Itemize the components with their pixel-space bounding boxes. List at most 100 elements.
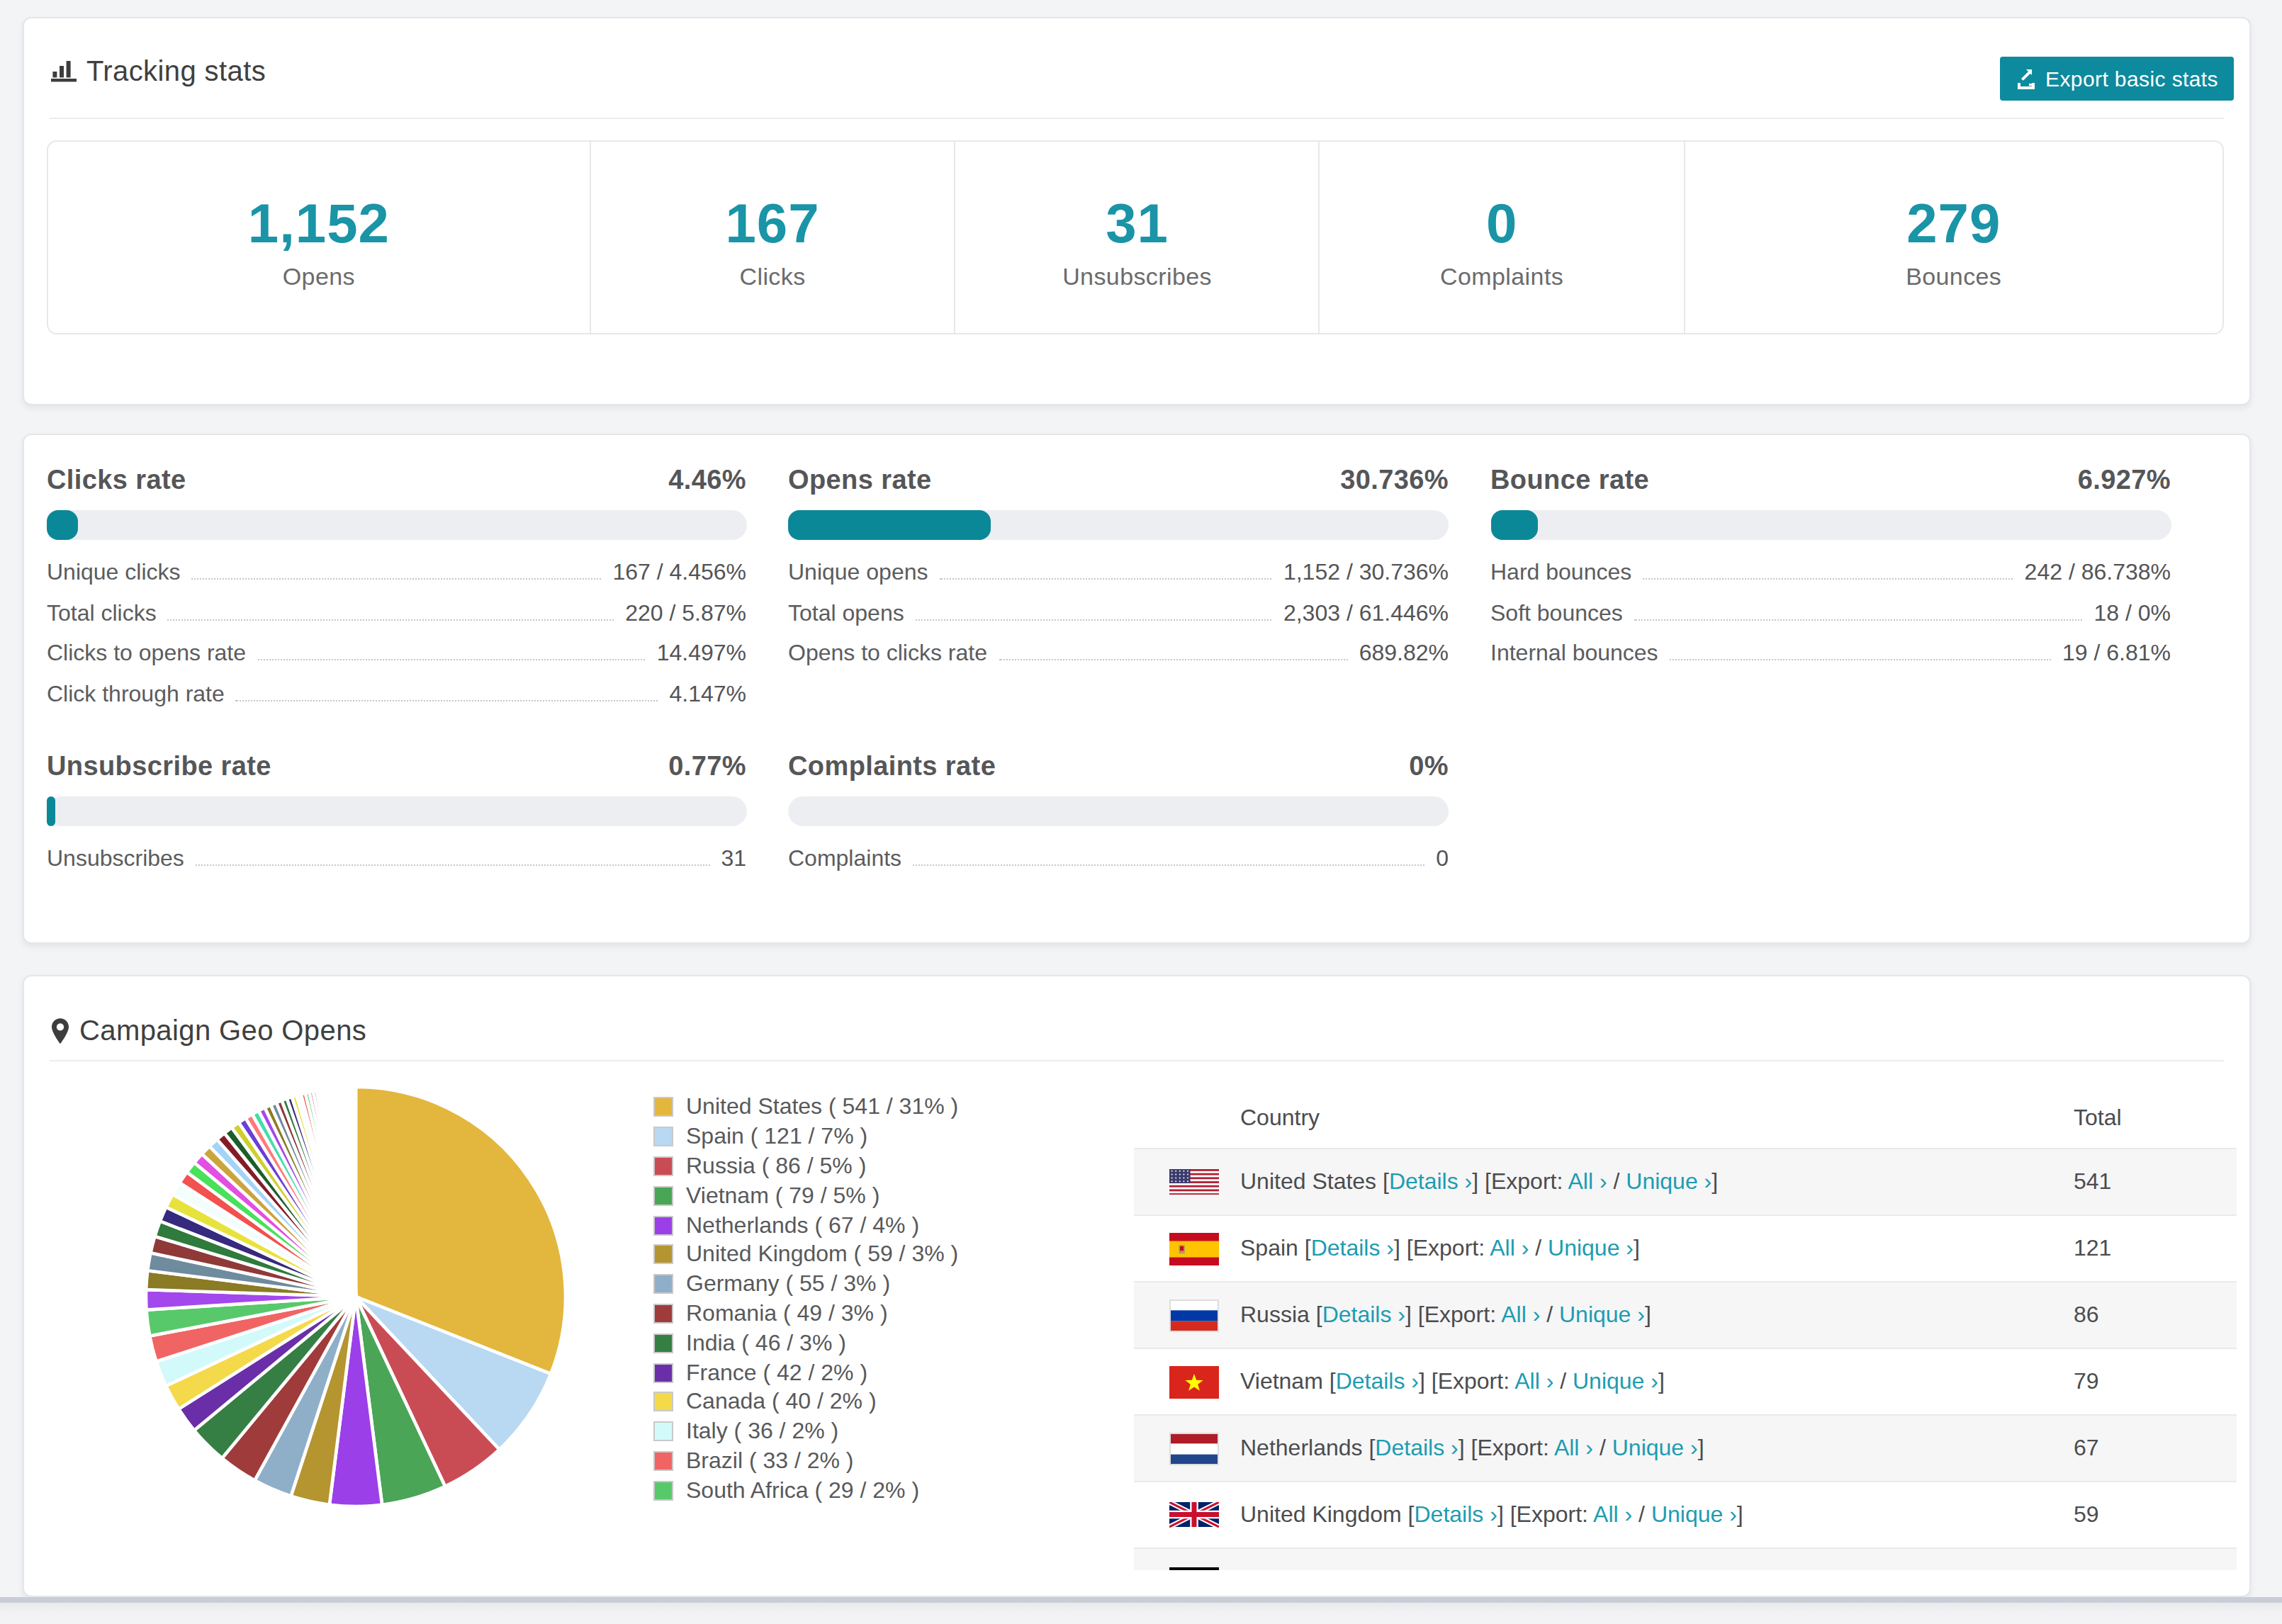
dotted-leader bbox=[1670, 659, 2051, 660]
table-row-es: Spain [Details ›] [Export: All › / Uniqu… bbox=[1134, 1214, 2237, 1281]
rate-title: Complaints rate bbox=[788, 752, 996, 781]
rate-row-label: Click through rate bbox=[47, 681, 225, 706]
bottom-background bbox=[0, 1602, 2282, 1624]
rate-section-head: Clicks rate4.46% bbox=[47, 466, 746, 495]
header-divider bbox=[50, 117, 2224, 118]
legend-swatch bbox=[653, 1245, 673, 1265]
us-flag-icon bbox=[1169, 1169, 1219, 1195]
country-cell: Vietnam [Details ›] [Export: All › / Uni… bbox=[1240, 1369, 1665, 1394]
country-cell: Netherlands [Details ›] [Export: All › /… bbox=[1240, 1436, 1704, 1461]
rate-title: Unsubscribe rate bbox=[47, 752, 271, 781]
rates-grid: Clicks rate4.46%Unique clicks167 / 4.456… bbox=[24, 435, 2249, 886]
legend-item: Spain ( 121 / 7% ) bbox=[653, 1122, 958, 1152]
rate-progress-fill bbox=[1490, 510, 1537, 540]
stat-cell-complaints: 0Complaints bbox=[1319, 141, 1684, 332]
tracking-stats-header: Tracking stats Export basic stats bbox=[24, 18, 2249, 117]
export-all-link[interactable]: All › bbox=[1490, 1236, 1529, 1260]
country-name: Russia bbox=[1240, 1302, 1316, 1326]
export-all-link[interactable]: All › bbox=[1525, 1569, 1564, 1570]
stat-label: Clicks bbox=[739, 264, 805, 292]
legend-item: Romania ( 49 / 3% ) bbox=[653, 1299, 958, 1329]
legend-label: Canada ( 40 / 2% ) bbox=[686, 1389, 877, 1415]
legend-label: Germany ( 55 / 3% ) bbox=[686, 1271, 890, 1297]
pie-slice[interactable] bbox=[354, 1087, 356, 1297]
table-row-gb: United Kingdom [Details ›] [Export: All … bbox=[1134, 1481, 2237, 1547]
table-row-de: Germany [Details ›] [Export: All › / Uni… bbox=[1134, 1547, 2237, 1570]
rate-row-label: Internal bounces bbox=[1490, 641, 1658, 666]
export-all-link[interactable]: All › bbox=[1514, 1369, 1553, 1393]
rate-value: 4.46% bbox=[668, 466, 746, 495]
rate-row-value: 242 / 86.738% bbox=[2025, 560, 2171, 585]
rate-progress-fill bbox=[788, 510, 991, 540]
details-link[interactable]: Details › bbox=[1346, 1569, 1429, 1570]
export-all-link[interactable]: All › bbox=[1501, 1302, 1540, 1326]
rate-row-label: Total clicks bbox=[47, 600, 157, 626]
rate-row-value: 167 / 4.456% bbox=[612, 560, 746, 585]
bar-chart-icon bbox=[50, 60, 78, 83]
rate-row-value: 31 bbox=[721, 846, 746, 872]
details-link[interactable]: Details › bbox=[1375, 1436, 1458, 1460]
export-unique-link[interactable]: Unique › bbox=[1548, 1236, 1634, 1260]
export-unique-link[interactable]: Unique › bbox=[1559, 1302, 1645, 1326]
dotted-leader bbox=[940, 578, 1272, 580]
geo-opens-pie-chart[interactable] bbox=[143, 1084, 568, 1509]
details-link[interactable]: Details › bbox=[1322, 1302, 1405, 1326]
legend-swatch bbox=[653, 1304, 673, 1324]
stat-label: Bounces bbox=[1906, 264, 2001, 292]
legend-label: India ( 46 / 3% ) bbox=[686, 1331, 846, 1356]
rate-row-label: Unsubscribes bbox=[47, 846, 184, 872]
legend-label: Romania ( 49 / 3% ) bbox=[686, 1301, 888, 1326]
bottom-scroll-edge bbox=[0, 1596, 2282, 1602]
legend-swatch bbox=[653, 1392, 673, 1412]
export-unique-link[interactable]: Unique › bbox=[1573, 1369, 1658, 1393]
country-total: 59 bbox=[2074, 1502, 2099, 1528]
export-all-link[interactable]: All › bbox=[1554, 1436, 1593, 1460]
details-link[interactable]: Details › bbox=[1389, 1169, 1472, 1193]
rate-row-value: 220 / 5.87% bbox=[625, 600, 746, 626]
details-link[interactable]: Details › bbox=[1311, 1236, 1394, 1260]
export-all-link[interactable]: All › bbox=[1568, 1169, 1607, 1193]
rate-row-label: Clicks to opens rate bbox=[47, 641, 246, 666]
rate-rows: Unique clicks167 / 4.456%Total clicks220… bbox=[47, 560, 746, 721]
dotted-leader bbox=[168, 619, 614, 620]
table-row-nl: Netherlands [Details ›] [Export: All › /… bbox=[1134, 1414, 2237, 1481]
rate-value: 0% bbox=[1409, 752, 1449, 781]
legend-item: Germany ( 55 / 3% ) bbox=[653, 1270, 958, 1299]
export-unique-link[interactable]: Unique › bbox=[1583, 1569, 1669, 1570]
export-unique-link[interactable]: Unique › bbox=[1651, 1502, 1737, 1526]
gb-flag-icon bbox=[1169, 1503, 1219, 1528]
stat-value: 0 bbox=[1486, 193, 1517, 255]
rate-section-head: Complaints rate 0% bbox=[788, 752, 1449, 781]
country-cell: United Kingdom [Details ›] [Export: All … bbox=[1240, 1502, 1743, 1528]
details-link[interactable]: Details › bbox=[1336, 1369, 1419, 1393]
rate-section-unsubscribe-rate: Unsubscribe rate 0.77% Unsubscribes 31 bbox=[47, 752, 746, 886]
export-unique-link[interactable]: Unique › bbox=[1626, 1169, 1712, 1193]
details-link[interactable]: Details › bbox=[1415, 1502, 1497, 1526]
export-unique-link[interactable]: Unique › bbox=[1612, 1436, 1698, 1460]
stat-label: Opens bbox=[283, 264, 355, 292]
legend-label: South Africa ( 29 / 2% ) bbox=[686, 1478, 919, 1504]
table-row-ru: Russia [Details ›] [Export: All › / Uniq… bbox=[1134, 1281, 2237, 1348]
rate-row: Total opens2,303 / 61.446% bbox=[788, 600, 1449, 641]
export-basic-stats-button[interactable]: Export basic stats bbox=[2000, 57, 2234, 101]
export-button-label: Export basic stats bbox=[2045, 67, 2218, 91]
rate-progress-fill bbox=[47, 510, 78, 540]
country-total: 121 bbox=[2074, 1236, 2111, 1261]
rate-value: 0.77% bbox=[668, 752, 746, 781]
geo-table-body: United States [Details ›] [Export: All ›… bbox=[1134, 1148, 2237, 1570]
rate-row: Hard bounces242 / 86.738% bbox=[1490, 560, 2171, 600]
ru-flag-icon bbox=[1169, 1299, 1219, 1331]
rate-row-label: Complaints bbox=[788, 846, 901, 872]
stat-value: 279 bbox=[1906, 193, 2001, 255]
country-total: 79 bbox=[2074, 1369, 2099, 1394]
legend-label: Spain ( 121 / 7% ) bbox=[686, 1124, 867, 1149]
rate-row: Opens to clicks rate689.82% bbox=[788, 641, 1449, 681]
rate-progress-track bbox=[788, 796, 1449, 826]
geo-table: Country Total United States [Details ›] … bbox=[1134, 1081, 2237, 1570]
legend-swatch bbox=[653, 1363, 673, 1382]
legend-swatch bbox=[653, 1481, 673, 1501]
legend-swatch bbox=[653, 1098, 673, 1117]
rate-row-label: Unique opens bbox=[788, 560, 928, 585]
rate-row: Internal bounces19 / 6.81% bbox=[1490, 641, 2171, 681]
export-all-link[interactable]: All › bbox=[1593, 1502, 1632, 1526]
